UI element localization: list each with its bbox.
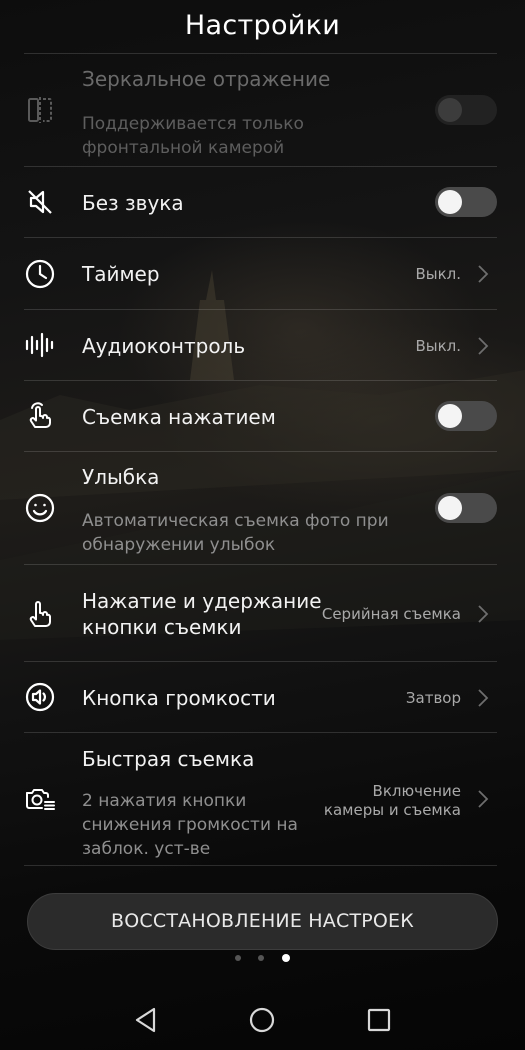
setting-touch-capture[interactable]: Съемка нажатием <box>0 381 525 451</box>
sound-wave-icon <box>24 329 56 361</box>
recents-square-icon[interactable] <box>364 1005 394 1035</box>
setting-description: Поддерживается только фронтальной камеро… <box>82 114 304 158</box>
mirror-flip-icon <box>24 94 56 126</box>
home-circle-icon[interactable] <box>247 1005 277 1035</box>
setting-smile-capture[interactable]: Улыбка Автоматическая съемка фото при об… <box>0 452 525 564</box>
toggle-knob <box>438 404 462 428</box>
chevron-right-icon <box>477 789 489 809</box>
back-triangle-icon[interactable] <box>131 1005 161 1035</box>
setting-value: Затвор <box>405 689 461 707</box>
chevron-right-icon <box>477 688 489 708</box>
setting-value: Выкл. <box>415 265 461 283</box>
page-dot-active <box>282 954 290 962</box>
setting-description: 2 нажатия кнопки снижения громкости на з… <box>82 791 298 859</box>
setting-value: Серийная съемка <box>321 605 461 623</box>
setting-label: Зеркальное отражение <box>82 67 331 91</box>
toggle-knob <box>438 98 462 122</box>
divider <box>24 865 497 866</box>
setting-volume-key[interactable]: Кнопка громкости Затвор <box>0 662 525 732</box>
toggle-knob <box>438 496 462 520</box>
setting-quick-snapshot[interactable]: Быстрая съемка 2 нажатия кнопки снижения… <box>0 733 525 865</box>
setting-audio-control[interactable]: Аудиоконтроль Выкл. <box>0 310 525 380</box>
setting-label: Кнопка громкости <box>82 686 276 710</box>
mute-toggle[interactable] <box>435 187 497 217</box>
page-dot <box>258 955 264 961</box>
setting-mirror-reflection: Зеркальное отражение Поддерживается толь… <box>0 54 525 166</box>
camera-quick-icon <box>24 783 56 815</box>
camera-settings-screen: Настройки Зеркальное отражение Поддержив… <box>0 0 525 1050</box>
smiley-face-icon <box>24 492 56 524</box>
speaker-muted-icon <box>24 186 56 218</box>
setting-label: Без звука <box>82 191 184 215</box>
system-navigation-bar <box>0 990 525 1050</box>
setting-timer[interactable]: Таймер Выкл. <box>0 238 525 309</box>
setting-label: Аудиоконтроль <box>82 334 246 358</box>
chevron-right-icon <box>477 336 489 356</box>
setting-label: Быстрая съемка <box>82 747 255 771</box>
smile-toggle[interactable] <box>435 493 497 523</box>
chevron-right-icon <box>477 604 489 624</box>
clock-icon <box>24 258 56 290</box>
touch-capture-toggle[interactable] <box>435 401 497 431</box>
page-dot <box>235 955 241 961</box>
setting-label: Таймер <box>82 262 160 286</box>
setting-value: Выкл. <box>415 337 461 355</box>
setting-value: Включение камеры и съемка <box>323 782 461 819</box>
mirror-toggle[interactable] <box>435 95 497 125</box>
volume-circle-icon <box>24 681 56 713</box>
finger-press-icon <box>24 597 56 629</box>
reset-settings-button[interactable]: ВОССТАНОВЛЕНИЕ НАСТРОЕК <box>27 893 498 950</box>
page-indicator <box>0 953 525 963</box>
setting-label: Съемка нажатием <box>82 405 276 429</box>
page-title: Настройки <box>184 10 341 41</box>
toggle-knob <box>438 190 462 214</box>
finger-tap-icon <box>24 400 56 432</box>
chevron-right-icon <box>477 264 489 284</box>
setting-description: Автоматическая съемка фото при обнаружен… <box>82 511 389 555</box>
setting-mute[interactable]: Без звука <box>0 167 525 237</box>
setting-label: Улыбка <box>82 465 160 489</box>
setting-hold-shutter[interactable]: Нажатие и удержание кнопки съемки Серийн… <box>0 565 525 661</box>
setting-label: Нажатие и удержание кнопки съемки <box>82 589 322 639</box>
